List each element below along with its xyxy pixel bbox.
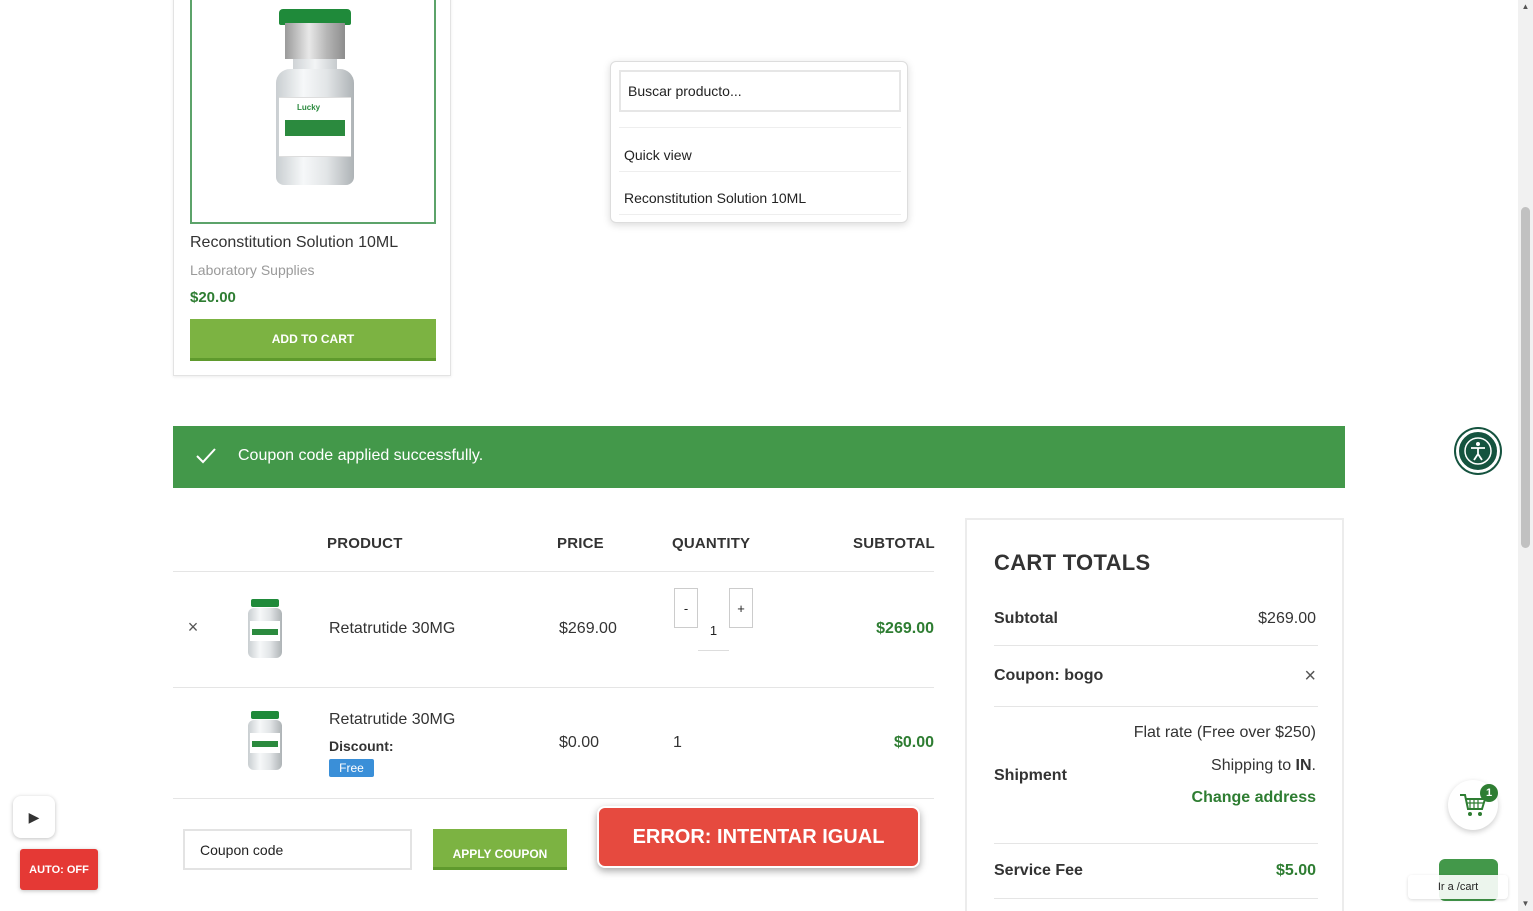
banner-message: Coupon code applied successfully. [238, 447, 484, 464]
totals-divider [994, 645, 1318, 646]
auto-toggle-button[interactable]: AUTO: OFF [20, 849, 98, 890]
check-icon [196, 448, 216, 464]
cart-item-subtotal: $0.00 [893, 734, 934, 751]
header-subtotal: SUBTOTAL [853, 535, 935, 552]
popup-divider [619, 214, 901, 215]
popup-item-product[interactable]: Reconstitution Solution 10ML [624, 190, 806, 206]
scrollbar-thumb[interactable] [1521, 207, 1530, 548]
subtotal-label: Subtotal [994, 610, 1058, 627]
vial-image: Lucky [276, 9, 354, 185]
discount-label: Discount: [329, 738, 394, 754]
product-price: $20.00 [190, 289, 236, 306]
shipment-label: Shipment [994, 767, 1067, 784]
shipping-to-suffix: . [1311, 757, 1316, 774]
popup-divider [619, 171, 901, 172]
cart-item-thumbnail[interactable] [248, 711, 282, 771]
coupon-success-banner: Coupon code applied successfully. [173, 426, 1345, 488]
shipping-method: Flat rate (Free over $250) [1133, 724, 1316, 741]
product-search-input[interactable]: Buscar producto... [619, 70, 901, 112]
table-divider [173, 687, 934, 688]
totals-divider [994, 898, 1318, 899]
scroll-down-icon[interactable]: ▼ [1521, 899, 1530, 908]
go-to-cart-tooltip: Ir a /cart [1408, 875, 1508, 899]
popup-divider [619, 127, 901, 128]
free-badge: Free [329, 759, 374, 777]
cart-totals-title: CART TOTALS [994, 550, 1151, 575]
quantity-decrease-button[interactable]: - [674, 588, 698, 628]
coupon-code-input[interactable]: Coupon code [183, 829, 412, 870]
scroll-up-icon[interactable]: ▲ [1521, 2, 1530, 11]
cart-item-price: $269.00 [559, 620, 617, 637]
table-divider [173, 798, 934, 799]
header-product: PRODUCT [327, 535, 403, 552]
cart-item-name[interactable]: Retatrutide 30MG [329, 711, 455, 729]
add-to-cart-button[interactable]: ADD TO CART [190, 319, 436, 361]
header-price: PRICE [557, 535, 604, 552]
service-fee-value: $5.00 [1275, 862, 1316, 879]
totals-divider [994, 706, 1318, 707]
totals-divider [994, 843, 1318, 844]
apply-coupon-button[interactable]: APPLY COUPON [433, 829, 567, 870]
page-scrollbar[interactable]: ▲ ▼ [1518, 0, 1533, 911]
change-address-link[interactable]: Change address [1192, 789, 1316, 807]
shipping-destination: Shipping to IN. [1211, 757, 1316, 775]
cart-item-subtotal: $269.00 [876, 620, 934, 637]
product-category: Laboratory Supplies [190, 262, 315, 278]
cart-totals-panel: CART TOTALS Subtotal $269.00 Coupon: bog… [965, 518, 1344, 911]
subtotal-value: $269.00 [1258, 610, 1316, 627]
shipping-to-prefix: Shipping to [1211, 757, 1296, 774]
remove-item-button[interactable]: × [185, 618, 201, 636]
error-retry-button[interactable]: ERROR: INTENTAR IGUAL [597, 806, 920, 868]
shipping-country: IN [1295, 757, 1312, 774]
play-button[interactable]: ▶ [13, 796, 55, 838]
product-name[interactable]: Reconstitution Solution 10ML [190, 234, 398, 252]
coupon-label: Coupon: bogo [994, 667, 1104, 684]
service-fee-label: Service Fee [994, 862, 1083, 879]
quantity-increase-button[interactable]: + [729, 588, 753, 628]
product-image[interactable]: Lucky [190, 0, 436, 224]
product-search-popup: Buscar producto... Quick view Reconstitu… [610, 61, 908, 223]
remove-coupon-button[interactable]: × [1304, 665, 1316, 688]
vial-logo: Lucky [297, 103, 321, 112]
cart-item-name[interactable]: Retatrutide 30MG [329, 620, 455, 638]
header-quantity: QUANTITY [672, 535, 751, 552]
cart-item-thumbnail[interactable] [248, 599, 282, 659]
quantity-input[interactable]: 1 [698, 611, 729, 651]
product-card: Lucky Reconstitution Solution 10ML Labor… [173, 0, 451, 376]
cart-page: Lucky Reconstitution Solution 10ML Labor… [0, 0, 1533, 911]
cart-item-price: $0.00 [559, 734, 600, 751]
accessibility-button[interactable] [1456, 429, 1500, 473]
cart-count-badge: 1 [1480, 784, 1498, 802]
cart-item-quantity: 1 [673, 734, 682, 751]
accessibility-icon [1464, 437, 1492, 465]
table-divider [173, 571, 934, 572]
popup-item-quick-view[interactable]: Quick view [624, 147, 692, 163]
